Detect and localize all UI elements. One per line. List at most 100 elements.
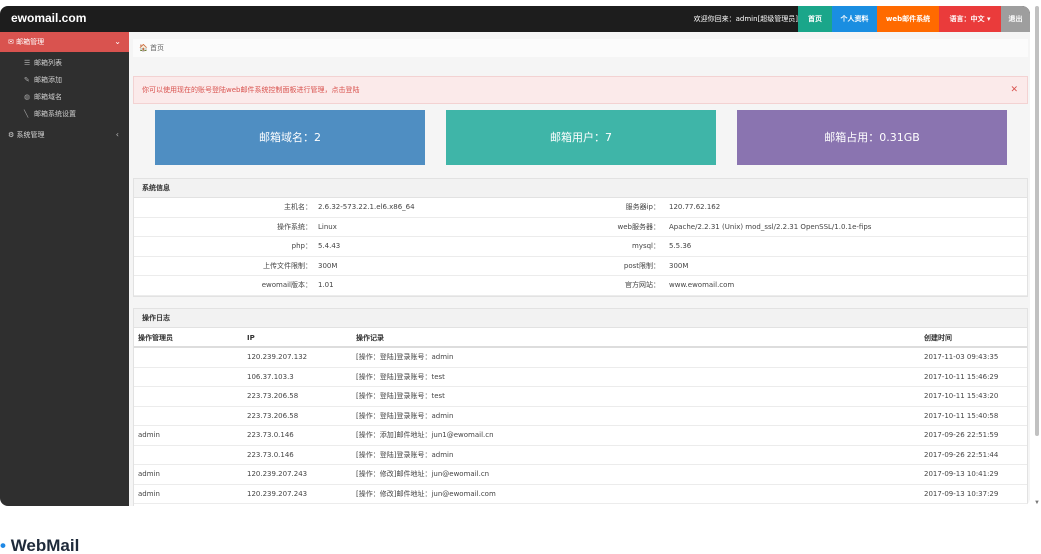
system-info-row: 上传文件限制： 300M post限制： 300M <box>134 257 1027 277</box>
sidebar-subitem-3[interactable]: ╲ 邮箱系统设置 <box>0 106 129 123</box>
sidebar-subitem-label: 邮箱系统设置 <box>34 110 76 118</box>
table-cell: 223.73.206.58 <box>247 411 299 420</box>
caption-title: • WebMail <box>0 536 79 554</box>
chevron-left-icon: ‹ <box>115 130 119 139</box>
table-cell: 2017-10-11 15:43:20 <box>924 392 999 400</box>
sidebar-subitem-label: 邮箱添加 <box>34 76 62 84</box>
sidebar-subitem-label: 邮箱列表 <box>34 59 62 67</box>
menu-item-icon: ✎ <box>24 76 30 84</box>
table-cell: 120.239.207.132 <box>247 353 308 361</box>
sidebar-item-mail-management[interactable]: ✉ 邮箱管理 ⌄ <box>0 32 129 52</box>
scrollbar-thumb[interactable] <box>1035 6 1039 436</box>
table-row: admin 223.73.0.146 [操作：添加]邮件地址：jun1@ewomai… <box>134 426 1027 446</box>
sidebar: ✉ 邮箱管理 ⌄ ☰ 邮箱列表 ✎ 邮箱添加 ◍ 邮箱域名 ╲ 邮箱系统设置 ⚙ 系统管理 ‹ <box>0 32 129 506</box>
col-header-record: 操作记录 <box>356 334 384 342</box>
info-rv: www.ewomail.com <box>669 281 735 290</box>
alert-text[interactable]: 你可以使用现在的账号登陆web邮件系统控制面板进行管理，点击登陆 <box>142 86 359 94</box>
table-cell: 223.73.0.146 <box>247 431 294 439</box>
close-icon[interactable]: ✕ <box>1010 77 1018 103</box>
scroll-down-icon[interactable]: ▼ <box>1034 500 1040 506</box>
col-header-admin: 操作管理员 <box>138 334 173 342</box>
sidebar-subitem-label: 邮箱域名 <box>34 93 62 101</box>
system-info-row: 主机名： 2.6.32-573.22.1.el6.x86_64 服务器ip： 120.… <box>134 198 1027 218</box>
info-rk: post限制： <box>623 261 660 270</box>
table-cell: 223.73.206.58 <box>247 392 299 400</box>
table-cell: admin <box>138 470 160 478</box>
table-cell: [操作：登陆]登录账号：test <box>356 392 445 400</box>
system-info-row: php： 5.4.43 mysql： 5.5.36 <box>134 237 1027 257</box>
table-cell: 2017-10-11 15:46:29 <box>924 372 999 381</box>
col-header-time: 创建时间 <box>924 334 952 342</box>
table-cell: [操作：登陆]登录账号：admin <box>356 353 454 361</box>
table-cell: 120.239.207.243 <box>247 489 308 498</box>
scrollbar[interactable]: ▼ <box>1034 6 1040 506</box>
table-row: 223.73.0.146 [操作：登陆]登录账号：admin 2017-09-26 … <box>134 446 1027 465</box>
table-cell: [操作：登陆]登录账号：admin <box>356 450 454 459</box>
table-row: 223.73.206.58 [操作：登陆]登录账号：test 2017-10-11 … <box>134 387 1027 407</box>
alert-banner[interactable]: 你可以使用现在的账号登陆web邮件系统控制面板进行管理，点击登陆 ✕ <box>133 76 1028 104</box>
table-cell: [操作：修改]邮件地址：jun@ewomail.com <box>356 489 496 498</box>
table-cell: admin <box>138 431 160 439</box>
info-rk: mysql： <box>632 242 660 251</box>
info-rk: 官方网站： <box>625 281 660 290</box>
table-cell: 120.239.207.243 <box>247 470 308 478</box>
app-window: ewomail.com 欢迎你回来：admin[超级管理员] 首页 个人资料 web… <box>0 6 1030 506</box>
topnav-button-4[interactable]: 退出 <box>1001 6 1030 32</box>
table-row: admin 120.239.207.243 [操作：修改]邮件地址：jun@ewom… <box>134 485 1027 504</box>
info-rv: Apache/2.2.31 (Unix) mod_ssl/2.2.31 Open… <box>669 222 872 231</box>
table-cell: 223.73.0.146 <box>247 450 294 459</box>
info-lv: 1.01 <box>318 281 334 290</box>
table-cell: [操作：修改]邮件地址：jun@ewomail.cn <box>356 470 490 478</box>
log-table-header: 操作管理员 IP 操作记录 创建时间 <box>134 328 1027 348</box>
brand-logo[interactable]: ewomail.com <box>11 11 86 25</box>
bullet-icon: • <box>0 536 11 554</box>
table-row: 223.73.206.58 [操作：登陆]登录账号：admin 2017-10-11… <box>134 407 1027 426</box>
stat-card-0: 邮箱域名：2 <box>155 110 425 165</box>
topnav-button-2[interactable]: web邮件系统 <box>877 6 939 32</box>
table-cell: 2017-10-11 15:40:58 <box>924 411 999 420</box>
system-info-row: ewomail版本： 1.01 官方网站： www.ewomail.com <box>134 276 1027 296</box>
table-cell: admin <box>138 489 160 498</box>
info-lv: Linux <box>318 222 337 231</box>
menu-item-icon: ╲ <box>24 110 29 118</box>
sidebar-group-label: ⚙ 系统管理 <box>8 131 45 139</box>
info-rk: web服务器： <box>617 222 660 231</box>
table-cell: 2017-11-03 09:43:35 <box>924 353 999 361</box>
table-cell: 2017-09-13 10:37:29 <box>924 489 999 498</box>
info-lv: 300M <box>318 261 338 270</box>
stat-card-2: 邮箱占用：0.31GB <box>737 110 1007 165</box>
table-cell: 2017-09-26 22:51:59 <box>924 431 999 439</box>
system-info-row: 操作系统： Linux web服务器： Apache/2.2.31 (Unix) mo… <box>134 218 1027 238</box>
table-row: 120.239.207.132 [操作：登陆]登录账号：admin 2017-11-… <box>134 348 1027 368</box>
info-lk: php： <box>291 242 312 251</box>
info-lk: 上传文件限制： <box>263 261 312 270</box>
topnav-button-1[interactable]: 个人资料 <box>832 6 877 32</box>
sidebar-subitem-0[interactable]: ☰ 邮箱列表 <box>0 55 129 72</box>
info-rv: 120.77.62.162 <box>669 203 721 211</box>
topnav-button-0[interactable]: 首页 <box>798 6 832 32</box>
table-cell: [操作：登陆]登录账号：test <box>356 372 445 381</box>
table-cell: 2017-09-26 22:51:44 <box>924 450 999 459</box>
sidebar-item-system-management[interactable]: ⚙ 系统管理 ‹ <box>0 125 129 145</box>
topnav-button-3[interactable]: 语言：中文 ▾ <box>939 6 1001 32</box>
table-row: admin 120.239.207.243 [操作：修改]邮件地址：jun@ewom… <box>134 465 1027 485</box>
sidebar-subitem-1[interactable]: ✎ 邮箱添加 <box>0 72 129 89</box>
system-info-panel: 系统信息 主机名： 2.6.32-573.22.1.el6.x86_64 服务器ip… <box>133 178 1028 297</box>
top-nav: 首页 个人资料 web邮件系统 语言：中文 ▾ 退出 <box>798 6 1030 32</box>
table-cell: [操作：添加]邮件地址：jun1@ewomail.cn <box>356 431 494 439</box>
sidebar-subitem-2[interactable]: ◍ 邮箱域名 <box>0 89 129 106</box>
menu-item-icon: ☰ <box>24 59 31 67</box>
breadcrumb[interactable]: 🏠 首页 <box>133 39 1028 57</box>
info-lv: 5.4.43 <box>318 242 341 251</box>
table-cell: 2017-09-13 10:41:29 <box>924 470 999 478</box>
operation-log-panel: 操作日志 操作管理员 IP 操作记录 创建时间 120.239.207.132 [… <box>133 308 1028 506</box>
info-lk: 操作系统： <box>277 222 312 231</box>
top-bar: ewomail.com 欢迎你回来：admin[超级管理员] 首页 个人资料 web… <box>0 6 1030 32</box>
info-lk: ewomail版本： <box>261 281 312 290</box>
table-cell: 106.37.103.3 <box>247 372 294 381</box>
caption-text: WebMail <box>10 536 80 554</box>
info-rv: 300M <box>669 261 689 270</box>
info-rv: 5.5.36 <box>669 242 692 251</box>
table-row: 106.37.103.3 [操作：登陆]登录账号：test 2017-10-11 1… <box>134 368 1027 387</box>
menu-item-icon: ◍ <box>24 93 31 101</box>
